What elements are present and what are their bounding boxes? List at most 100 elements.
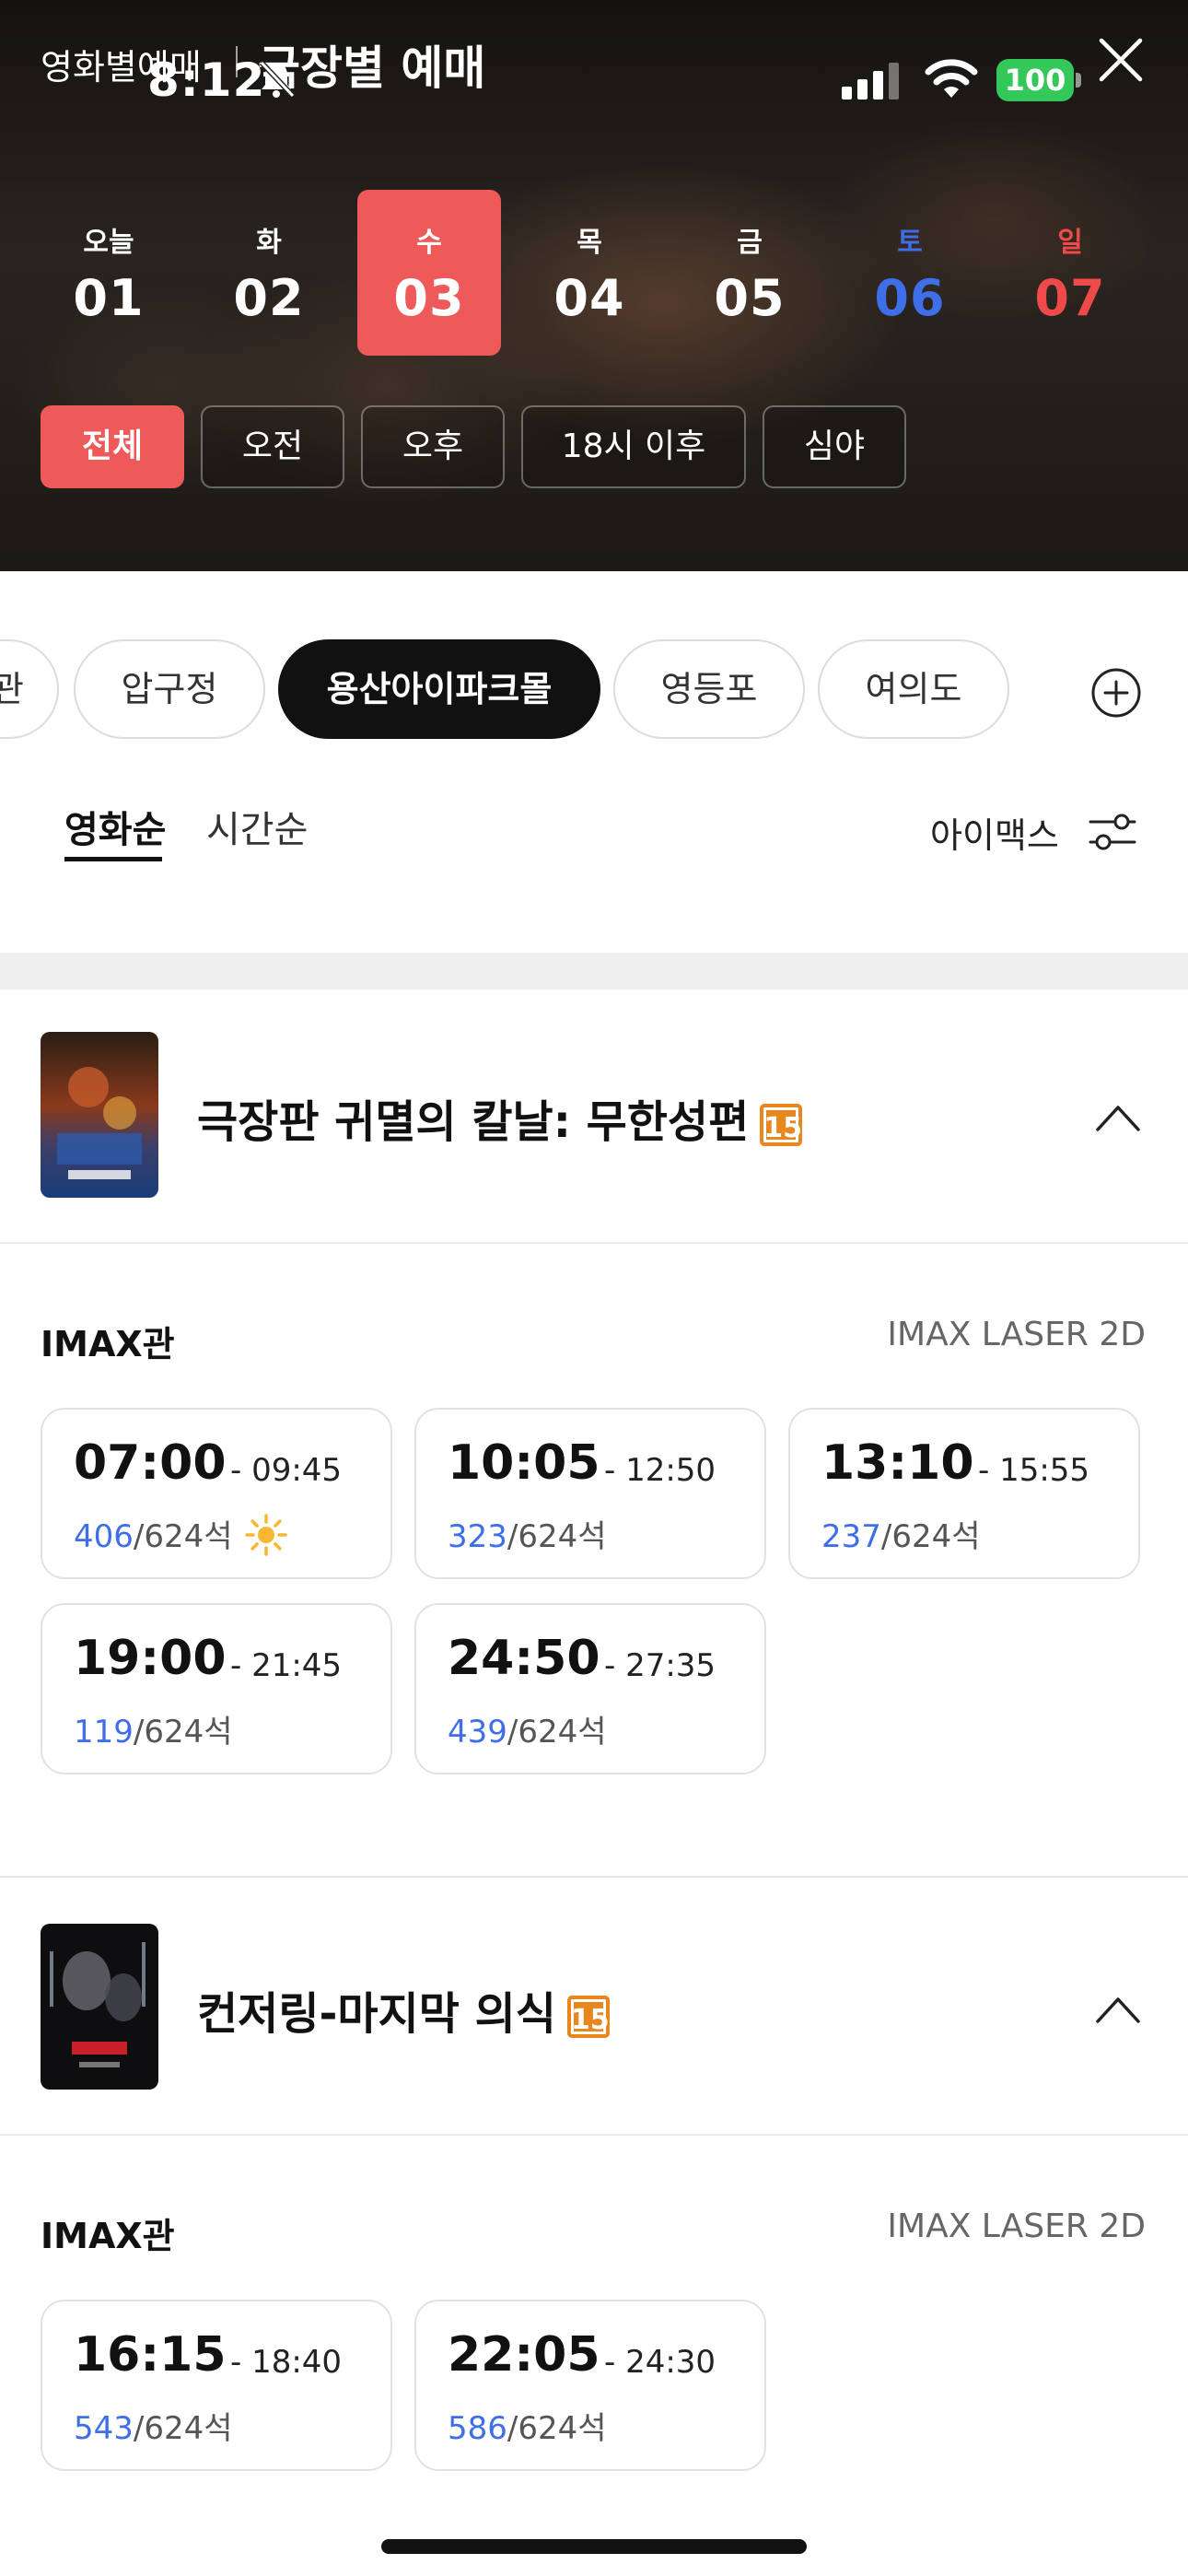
showtime-start: 13:10 [821, 1435, 974, 1491]
format-filter-label[interactable]: 아이맥스 [930, 807, 1059, 858]
seat-count: 406/624석 [74, 1511, 288, 1557]
time-filter-chip[interactable]: 오전 [201, 405, 344, 488]
time-filter-chip[interactable]: 심야 [763, 405, 906, 488]
showtime-slot[interactable]: 16:15- 18:40 543/624석 [41, 2300, 392, 2471]
movie-header[interactable]: 컨저링-마지막 의식 15 [0, 1881, 1188, 2136]
date-item[interactable]: 목 04 [518, 190, 661, 356]
movie-header[interactable]: 극장판 귀멸의 칼날: 무한성편 15 [0, 989, 1188, 1244]
showtime-start: 22:05 [448, 2327, 600, 2383]
seats-total: /624석 [507, 1714, 607, 1751]
showtime-end: - 18:40 [230, 2344, 343, 2381]
section-gap [0, 953, 1188, 989]
date-item[interactable]: 일 07 [998, 190, 1142, 356]
showtime-start: 10:05 [448, 1435, 600, 1491]
time-filter-chip[interactable]: 18시 이후 [521, 405, 746, 488]
morning-sun-icon [244, 1513, 287, 1556]
hall-name: IMAX관 [41, 2216, 175, 2256]
seat-count: 323/624석 [448, 1511, 607, 1556]
seat-count: 439/624석 [448, 1706, 607, 1751]
date-number: 01 [73, 269, 145, 327]
seats-available: 586 [448, 2410, 507, 2447]
date-number: 04 [553, 269, 625, 327]
bell-off-icon [259, 60, 296, 99]
showtime-slot[interactable]: 22:05- 24:30 586/624석 [414, 2300, 766, 2471]
cellular-signal-icon [842, 63, 899, 100]
showtime-slot[interactable]: 10:05- 12:50 323/624석 [414, 1408, 766, 1579]
showtime-start: 24:50 [448, 1631, 600, 1686]
showtime-end: - 21:45 [230, 1647, 343, 1684]
chevron-up-icon[interactable] [1094, 1100, 1142, 1133]
seat-count: 543/624석 [74, 2403, 233, 2448]
wifi-icon [925, 59, 978, 98]
showtime-start: 19:00 [74, 1631, 227, 1686]
date-day-of-week: 토 [897, 227, 923, 259]
showtime-end: - 24:30 [604, 2344, 716, 2381]
theater-chip[interactable]: 관 [0, 639, 59, 739]
age-rating-badge: 15 [760, 1104, 803, 1146]
date-item[interactable]: 수 03 [357, 190, 501, 356]
battery-level: 100 [996, 59, 1074, 101]
date-day-of-week: 오늘 [83, 227, 134, 259]
theater-chip[interactable]: 여의도 [818, 639, 1009, 739]
date-selector: 오늘 01 화 02 수 03 목 04 금 05 토 06 일 07 [37, 190, 1151, 356]
sort-by-movie-tab[interactable]: 영화순 [64, 800, 166, 853]
movie-divider [0, 1876, 1188, 1878]
seats-available: 439 [448, 1714, 507, 1751]
time-filter-chip[interactable]: 전체 [41, 405, 184, 488]
showtime-start: 07:00 [74, 1435, 227, 1491]
date-item[interactable]: 금 05 [678, 190, 821, 356]
showtime-slot[interactable]: 13:10- 15:55 237/624석 [788, 1408, 1140, 1579]
theater-chip-bar: 관 압구정 용산아이파크몰 영등포 여의도 [0, 636, 1188, 743]
seat-count: 119/624석 [74, 1706, 233, 1751]
seats-available: 237 [821, 1518, 881, 1555]
sort-by-time-tab[interactable]: 시간순 [206, 800, 308, 853]
hall-name: IMAX관 [41, 1324, 175, 1364]
seats-total: /624석 [133, 1518, 233, 1555]
add-theater-icon[interactable] [1090, 667, 1142, 719]
showtime-slot[interactable]: 19:00- 21:45 119/624석 [41, 1603, 392, 1774]
seats-available: 543 [74, 2410, 134, 2447]
seats-total: /624석 [507, 2410, 607, 2447]
date-item[interactable]: 오늘 01 [37, 190, 181, 356]
close-icon[interactable] [1096, 35, 1146, 85]
seats-total: /624석 [880, 1518, 981, 1555]
date-number: 06 [874, 269, 946, 327]
showtime-end: - 12:50 [604, 1452, 716, 1489]
date-number: 05 [714, 269, 786, 327]
seats-total: /624석 [507, 1518, 607, 1555]
date-day-of-week: 금 [737, 227, 763, 259]
date-item[interactable]: 토 06 [838, 190, 982, 356]
movie-title-text: 극장판 귀멸의 칼날: 무한성편 [197, 1096, 750, 1148]
showtime-start: 16:15 [74, 2327, 227, 2383]
showtime-end: - 09:45 [230, 1452, 343, 1489]
seats-available: 406 [74, 1518, 134, 1555]
theater-chip[interactable]: 용산아이파크몰 [278, 639, 600, 739]
showtime-slot[interactable]: 07:00- 09:45 406/624석 [41, 1408, 392, 1579]
seat-count: 237/624석 [821, 1511, 981, 1556]
showtime-slot[interactable]: 24:50- 27:35 439/624석 [414, 1603, 766, 1774]
date-day-of-week: 일 [1057, 227, 1083, 259]
showtime-end: - 15:55 [978, 1452, 1090, 1489]
theater-chip[interactable]: 압구정 [74, 639, 265, 739]
seats-available: 119 [74, 1714, 134, 1751]
time-filter-chip[interactable]: 오후 [361, 405, 505, 488]
movie-title[interactable]: 극장판 귀멸의 칼날: 무한성편 15 [197, 1085, 803, 1150]
sort-active-underline [64, 857, 162, 861]
date-number: 03 [393, 269, 465, 327]
date-day-of-week: 화 [256, 227, 282, 259]
date-day-of-week: 목 [577, 227, 602, 259]
battery-icon: 100 [996, 59, 1081, 101]
seats-total: /624석 [133, 1714, 233, 1751]
hall-format: IMAX LASER 2D [887, 2207, 1146, 2245]
theater-chip[interactable]: 영등포 [613, 639, 805, 739]
date-item[interactable]: 화 02 [197, 190, 341, 356]
battery-cap [1076, 73, 1081, 88]
home-indicator[interactable] [381, 2539, 807, 2554]
date-number: 02 [233, 269, 305, 327]
date-day-of-week: 수 [416, 227, 442, 259]
status-time: 8:12 [147, 53, 266, 107]
movie-title-text: 컨저링-마지막 의식 [197, 1988, 556, 2040]
movie-title[interactable]: 컨저링-마지막 의식 15 [197, 1977, 610, 2042]
chevron-up-icon[interactable] [1094, 1992, 1142, 2025]
filter-sliders-icon[interactable] [1087, 809, 1138, 855]
